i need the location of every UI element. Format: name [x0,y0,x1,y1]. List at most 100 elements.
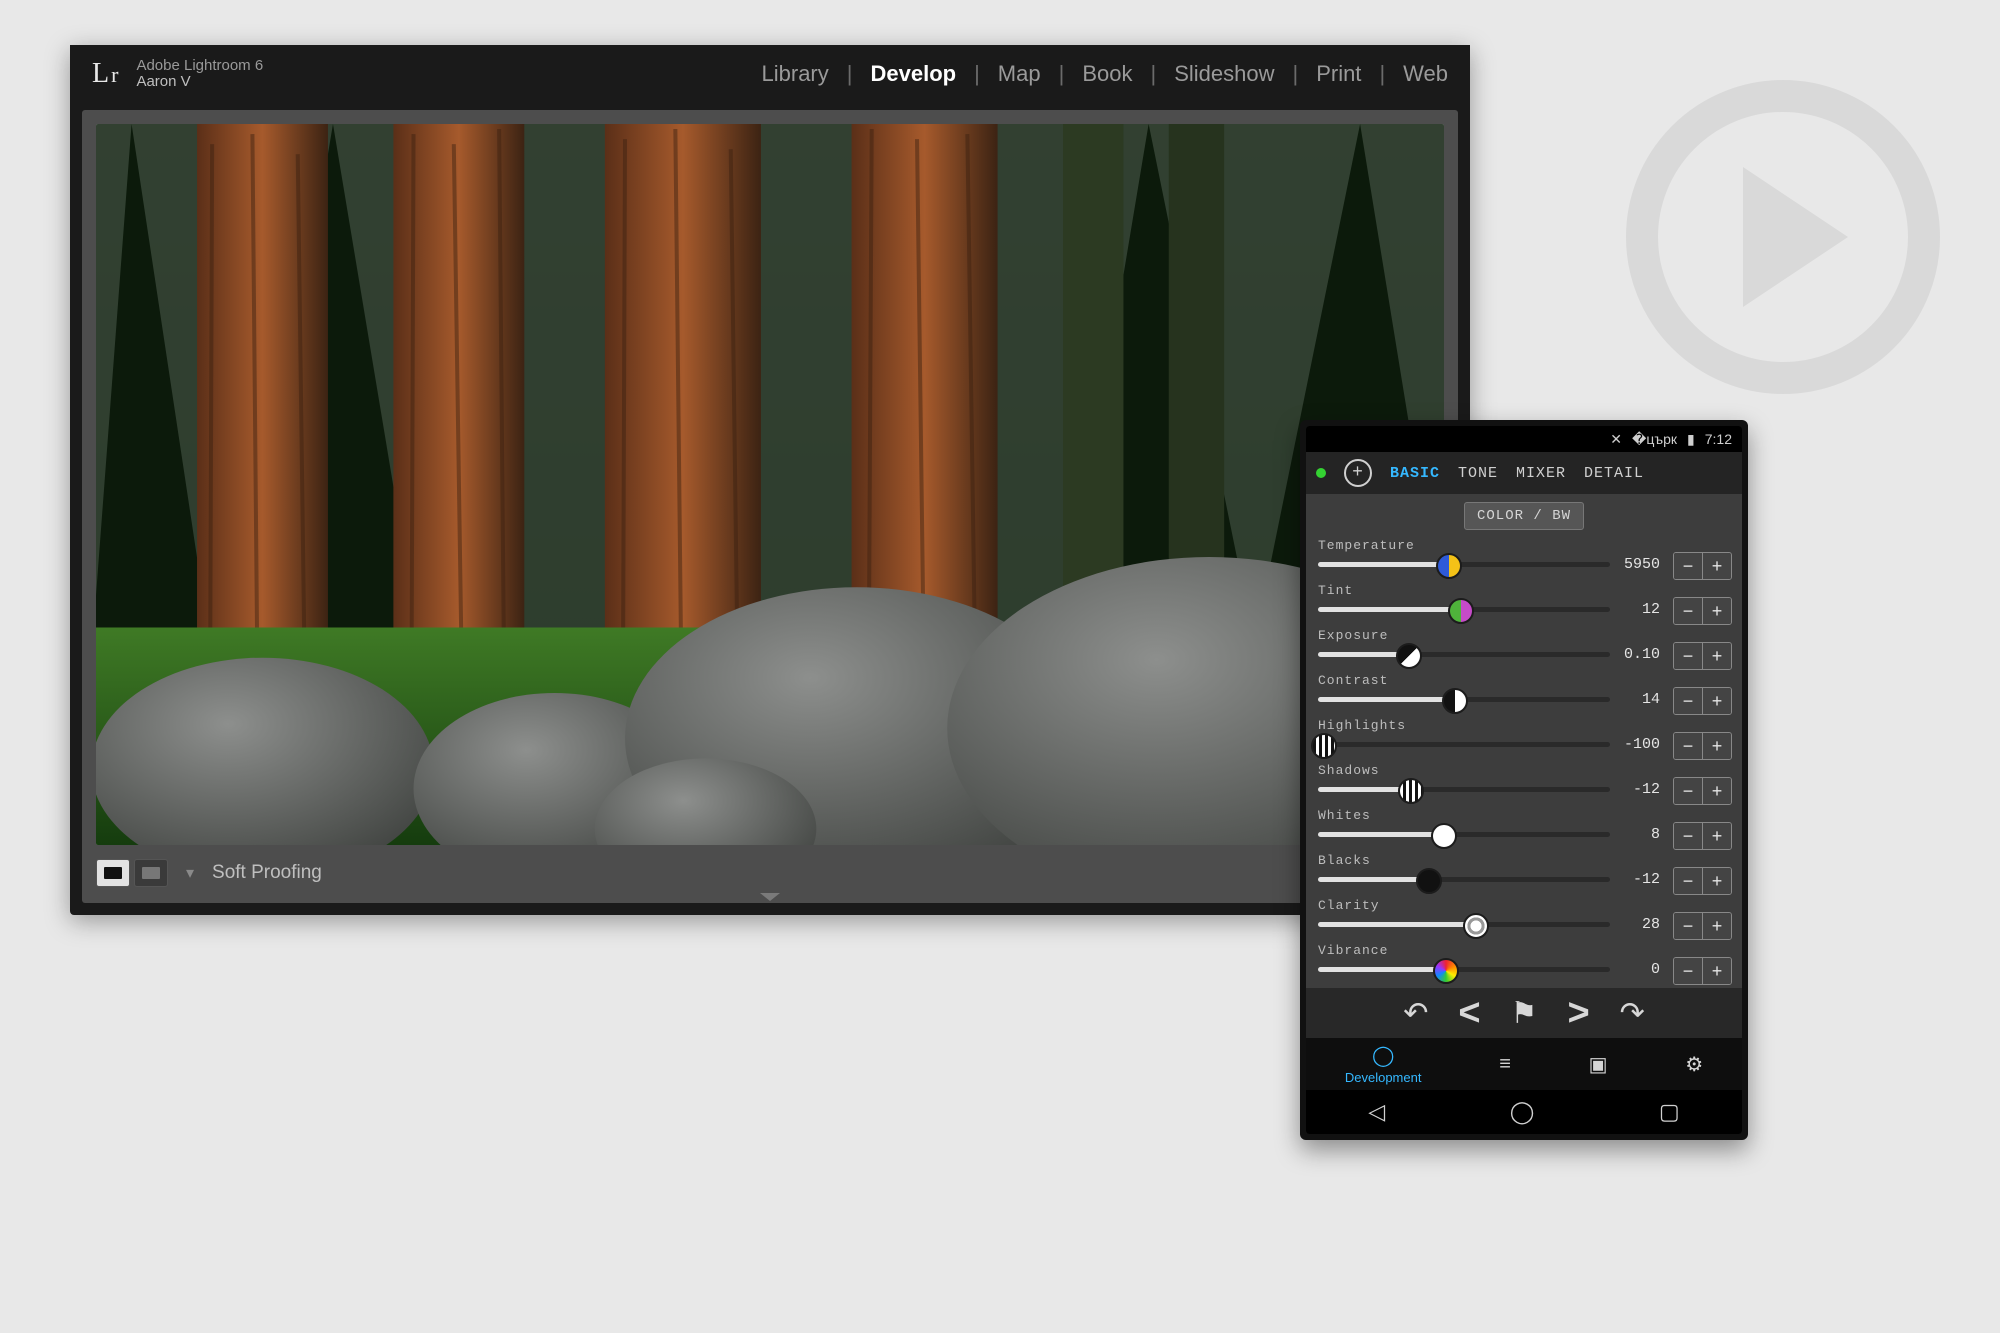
slider-thumb-vibrance[interactable] [1433,958,1459,984]
undo-button[interactable]: ↶ [1403,996,1428,1031]
decrement-temperature[interactable]: − [1674,553,1703,579]
panel-collapse-icon[interactable] [760,893,780,901]
increment-clarity[interactable]: + [1703,913,1731,939]
control-label-blacks: Blacks [1318,853,1371,868]
increment-temperature[interactable]: + [1703,553,1731,579]
nav-web[interactable]: Web [1403,61,1448,87]
value-clarity: 28 [1616,916,1660,933]
decrement-vibrance[interactable]: − [1674,958,1703,984]
sliders-icon: ≡ [1499,1053,1511,1076]
increment-contrast[interactable]: + [1703,688,1731,714]
next-photo-button[interactable]: > [1567,992,1589,1035]
control-label-temperature: Temperature [1318,538,1415,553]
logo-letter-L: L [92,58,109,90]
stepper-highlights: −+ [1673,732,1732,760]
slider-track-vibrance[interactable] [1318,967,1610,972]
android-home-button[interactable]: ◯ [1510,1099,1535,1125]
stepper-temperature: −+ [1673,552,1732,580]
value-shadows: -12 [1616,781,1660,798]
tab-basic[interactable]: BASIC [1390,465,1440,482]
view-loupe-button[interactable] [96,859,130,887]
control-label-tint: Tint [1318,583,1353,598]
slider-thumb-temperature[interactable] [1436,553,1462,579]
redo-button[interactable]: ↷ [1620,996,1645,1031]
slider-thumb-blacks[interactable] [1416,868,1442,894]
decrement-shadows[interactable]: − [1674,778,1703,804]
gear-icon: ⚙ [1685,1052,1703,1077]
slider-track-exposure[interactable] [1318,652,1610,657]
bottom-tab-sliders[interactable]: ≡ [1499,1053,1511,1076]
control-shadows: Shadows-12−+ [1316,763,1732,808]
control-whites: Whites8−+ [1316,808,1732,853]
android-recents-button[interactable]: ▢ [1659,1099,1680,1125]
slider-thumb-clarity[interactable] [1463,913,1489,939]
decrement-highlights[interactable]: − [1674,733,1703,759]
module-nav: Library| Develop| Map| Book| Slideshow| … [762,61,1448,87]
slider-thumb-contrast[interactable] [1442,688,1468,714]
color-bw-row: COLOR / BW [1306,494,1742,538]
slider-track-shadows[interactable] [1318,787,1610,792]
stepper-clarity: −+ [1673,912,1732,940]
slider-thumb-tint[interactable] [1448,598,1474,624]
tab-detail[interactable]: DETAIL [1584,465,1644,482]
bottom-tab-development-label: Development [1345,1070,1422,1085]
tab-mixer[interactable]: MIXER [1516,465,1566,482]
user-name: Aaron V [136,74,263,90]
tab-tone[interactable]: TONE [1458,465,1498,482]
slider-thumb-exposure[interactable] [1396,643,1422,669]
nav-map[interactable]: Map [998,61,1041,87]
value-temperature: 5950 [1616,556,1660,573]
decrement-exposure[interactable]: − [1674,643,1703,669]
control-clarity: Clarity28−+ [1316,898,1732,943]
bottom-tab-settings[interactable]: ⚙ [1685,1052,1703,1077]
decrement-clarity[interactable]: − [1674,913,1703,939]
soft-proofing-label[interactable]: Soft Proofing [212,862,322,884]
control-label-contrast: Contrast [1318,673,1388,688]
value-tint: 12 [1616,601,1660,618]
increment-blacks[interactable]: + [1703,868,1731,894]
slider-track-highlights[interactable] [1318,742,1610,747]
slider-thumb-shadows[interactable] [1398,778,1424,804]
bottom-tab-library[interactable]: ▣ [1589,1052,1608,1077]
increment-tint[interactable]: + [1703,598,1731,624]
nav-print[interactable]: Print [1316,61,1361,87]
camera-icon: ◯ [1372,1043,1394,1068]
connection-indicator-icon [1316,468,1326,478]
nav-develop[interactable]: Develop [870,61,956,87]
decrement-contrast[interactable]: − [1674,688,1703,714]
stepper-contrast: −+ [1673,687,1732,715]
increment-exposure[interactable]: + [1703,643,1731,669]
control-tint: Tint 12−+ [1316,583,1732,628]
android-back-button[interactable]: ◁ [1368,1099,1385,1125]
status-battery-icon: ▮ [1687,431,1695,448]
increment-whites[interactable]: + [1703,823,1731,849]
slider-thumb-highlights[interactable] [1311,733,1337,759]
status-time: 7:12 [1705,431,1732,447]
decrement-whites[interactable]: − [1674,823,1703,849]
nav-arrow-bar: ↶ < ⚑ > ↷ [1306,988,1742,1038]
add-preset-button[interactable]: + [1344,459,1372,487]
color-bw-toggle[interactable]: COLOR / BW [1464,502,1584,530]
play-overlay-button[interactable] [1626,80,1940,394]
bottom-tab-development[interactable]: ◯ Development [1345,1043,1422,1085]
photo-canvas[interactable] [96,124,1444,845]
decrement-blacks[interactable]: − [1674,868,1703,894]
nav-library[interactable]: Library [762,61,829,87]
prev-photo-button[interactable]: < [1458,992,1480,1035]
increment-vibrance[interactable]: + [1703,958,1731,984]
control-temperature: Temperature5950−+ [1316,538,1732,583]
slider-thumb-whites[interactable] [1431,823,1457,849]
nav-book[interactable]: Book [1082,61,1132,87]
increment-shadows[interactable]: + [1703,778,1731,804]
view-compare-button[interactable] [134,859,168,887]
slider-track-whites[interactable] [1318,832,1610,837]
increment-highlights[interactable]: + [1703,733,1731,759]
slider-track-temperature[interactable] [1318,562,1610,567]
box-icon: ▣ [1589,1052,1608,1077]
slider-track-blacks[interactable] [1318,877,1610,882]
pick-flag-button[interactable]: ⚑ [1511,996,1538,1031]
decrement-tint[interactable]: − [1674,598,1703,624]
nav-slideshow[interactable]: Slideshow [1174,61,1274,87]
value-vibrance: 0 [1616,961,1660,978]
control-exposure: Exposure0.10−+ [1316,628,1732,673]
